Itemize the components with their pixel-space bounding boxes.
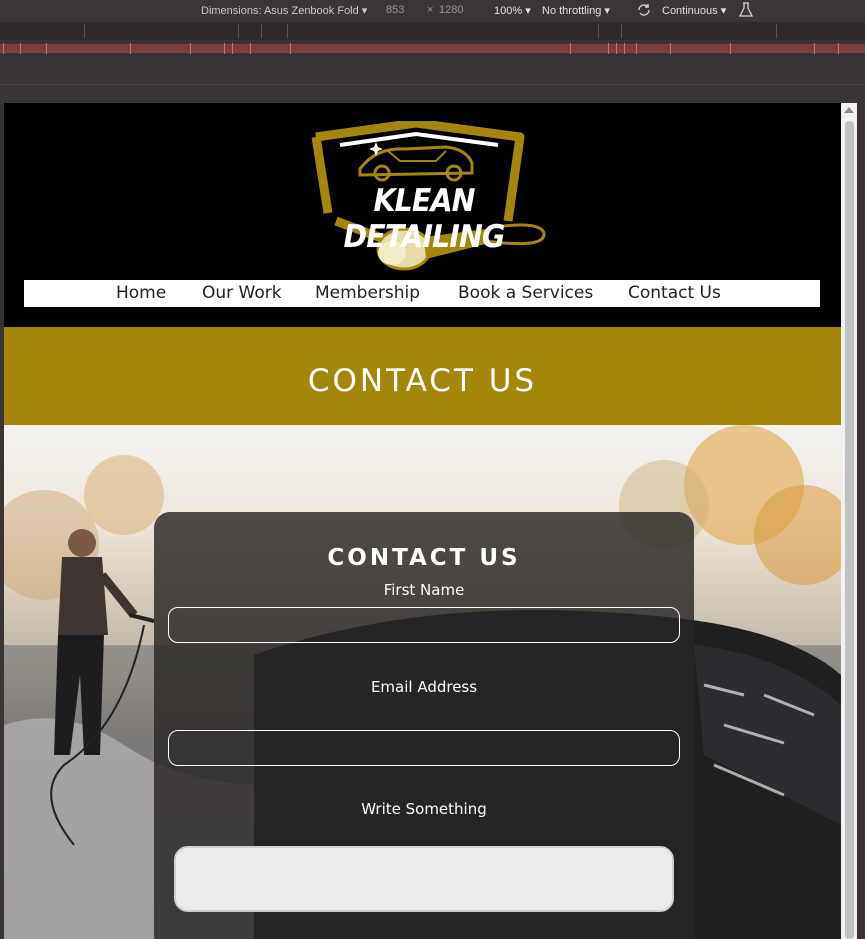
first-name-input[interactable] (168, 607, 680, 643)
email-input[interactable] (168, 730, 680, 766)
times-separator: × (427, 4, 434, 16)
scrollbar-thumb[interactable] (845, 121, 854, 939)
devtools-ruler (0, 22, 865, 40)
email-label: Email Address (370, 678, 478, 696)
form-title: CONTACT US (327, 545, 521, 571)
main-nav: Home Our Work Membership Book a Services… (24, 280, 820, 307)
nav-contact-us[interactable]: Contact Us (628, 283, 721, 303)
devtools-device-toolbar: Dimensions: Asus Zenbook Fold ▾ 853 × 12… (0, 0, 865, 22)
zoom-label: 100% (494, 5, 523, 17)
scroll-up-icon[interactable] (844, 107, 854, 113)
throttling-label: No throttling (542, 5, 602, 17)
width-input[interactable]: 853 (386, 4, 404, 16)
message-label: Write Something (361, 800, 487, 818)
nav-our-work[interactable]: Our Work (202, 283, 282, 303)
page-scrollbar[interactable] (841, 103, 857, 939)
rotate-icon[interactable] (636, 2, 652, 21)
logo-wordmark: KLEAN DETAILING (343, 183, 506, 255)
page-title: CONTACT US (307, 363, 538, 399)
media-query-bar[interactable] (0, 40, 865, 56)
first-name-label: First Name (383, 581, 465, 599)
message-textarea[interactable] (174, 846, 674, 912)
site-logo[interactable]: KLEAN DETAILING (296, 118, 552, 277)
height-input[interactable]: 1280 (439, 4, 463, 16)
nav-book-services[interactable]: Book a Services (458, 283, 593, 303)
nav-home[interactable]: Home (116, 283, 166, 303)
sensors-icon[interactable] (738, 2, 754, 21)
dimensions-dropdown[interactable]: Dimensions: Asus Zenbook Fold ▾ (201, 4, 367, 17)
devtools-right-edge (857, 103, 865, 939)
page-title-banner: CONTACT US (4, 327, 841, 425)
site-header: KLEAN DETAILING Home Our Work Membership… (4, 103, 841, 327)
mode-label: Continuous (662, 5, 718, 17)
throttling-dropdown[interactable]: No throttling ▾ (542, 4, 610, 17)
devtools-gap (0, 56, 865, 103)
zoom-dropdown[interactable]: 100% ▾ (494, 4, 531, 17)
contact-hero: CONTACT US First Name Email Address Writ… (4, 425, 841, 939)
nav-membership[interactable]: Membership (315, 283, 420, 303)
dimensions-label: Dimensions: Asus Zenbook Fold (201, 5, 359, 17)
mode-dropdown[interactable]: Continuous ▾ (662, 4, 726, 17)
page-viewport: KLEAN DETAILING Home Our Work Membership… (4, 103, 841, 939)
contact-form-card: CONTACT US First Name Email Address Writ… (154, 512, 694, 939)
